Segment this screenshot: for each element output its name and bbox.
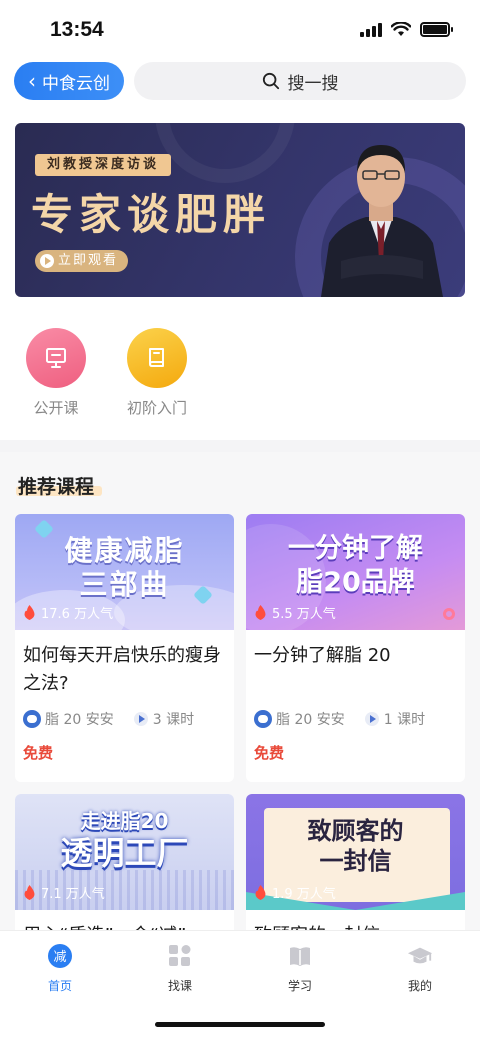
thumbnail-line2: 透明工厂 bbox=[60, 834, 189, 872]
tab-label: 我的 bbox=[407, 979, 432, 993]
thumbnail-line2: 脂20品牌 bbox=[296, 567, 415, 598]
tab-find-course[interactable]: 找课 bbox=[140, 943, 220, 994]
fire-icon bbox=[255, 605, 266, 620]
course-thumbnail: 一分钟了解 脂20品牌 5.5 万人气 bbox=[246, 514, 465, 630]
wifi-icon bbox=[391, 22, 411, 36]
course-title: 如何每天开启快乐的瘦身之法? bbox=[23, 645, 221, 694]
thumbnail-line2: 一封信 bbox=[319, 847, 392, 875]
home-icon: 减 bbox=[47, 943, 73, 969]
fire-icon bbox=[255, 885, 266, 900]
avatar bbox=[23, 710, 41, 728]
lesson-play-icon bbox=[364, 712, 379, 726]
grid-icon bbox=[167, 943, 193, 969]
popularity-count: 5.5 万人气 bbox=[272, 607, 336, 622]
course-meta: 脂 20 安安 1 课时 bbox=[254, 709, 425, 729]
quick-link-label: 初阶入门 bbox=[126, 399, 187, 417]
author-name: 脂 20 安安 bbox=[276, 712, 345, 728]
book-icon bbox=[287, 943, 313, 969]
thumbnail-line1: 一分钟了解 bbox=[288, 533, 423, 564]
thumbnail-line1: 健康减脂 bbox=[64, 534, 185, 567]
home-indicator[interactable] bbox=[155, 1022, 325, 1027]
fire-icon bbox=[24, 885, 35, 900]
watch-now-label: 立即观看 bbox=[58, 253, 119, 268]
recommended-section: 推荐课程 健康减脂 三部曲 17.6 万人气 如何每天开启快乐的瘦身之法? 脂 … bbox=[0, 452, 480, 1039]
status-time: 13:54 bbox=[50, 18, 104, 41]
lesson-play-icon bbox=[133, 712, 148, 726]
back-button-label: 中食云创 bbox=[42, 73, 110, 94]
quick-link-label: 公开课 bbox=[33, 399, 79, 417]
popularity: 1.9 万人气 bbox=[254, 883, 336, 902]
banner-tag: 刘教授深度访谈 bbox=[35, 154, 172, 176]
status-bar: 13:54 bbox=[0, 0, 480, 58]
section-title: 推荐课程 bbox=[18, 476, 95, 498]
search-input[interactable]: 搜一搜 bbox=[134, 62, 466, 100]
tab-label: 找课 bbox=[167, 979, 192, 993]
tab-profile[interactable]: 我的 bbox=[380, 943, 460, 994]
lesson-count: 1 课时 bbox=[383, 712, 426, 728]
tab-home[interactable]: 减 首页 bbox=[20, 943, 100, 994]
thumbnail-line1: 致顾客的 bbox=[307, 817, 404, 845]
popularity-count: 7.1 万人气 bbox=[41, 887, 105, 902]
graduation-cap-icon bbox=[407, 943, 433, 969]
price-label: 免费 bbox=[23, 744, 54, 762]
professor-portrait bbox=[321, 145, 443, 297]
tab-study[interactable]: 学习 bbox=[260, 943, 340, 994]
thumbnail-line2: 三部曲 bbox=[79, 568, 170, 601]
top-section: 刘教授深度访谈 专家谈肥胖 立即观看 公开课 初阶入门 bbox=[0, 106, 480, 440]
thumbnail-line1: 走进脂20 bbox=[80, 809, 169, 833]
watch-now-button[interactable]: 立即观看 bbox=[35, 250, 129, 272]
course-meta: 脂 20 安安 3 课时 bbox=[23, 709, 194, 729]
course-card[interactable]: 健康减脂 三部曲 17.6 万人气 如何每天开启快乐的瘦身之法? 脂 20 安安… bbox=[15, 514, 234, 782]
price-label: 免费 bbox=[254, 744, 285, 762]
course-thumbnail: 致顾客的 一封信 1.9 万人气 bbox=[246, 794, 465, 910]
popularity: 7.1 万人气 bbox=[23, 883, 105, 902]
quick-link-beginner[interactable]: 初阶入门 bbox=[117, 328, 197, 418]
search-icon bbox=[262, 72, 279, 90]
popularity-count: 17.6 万人气 bbox=[41, 607, 114, 622]
top-header: ‹ 中食云创 搜一搜 bbox=[0, 58, 480, 106]
author-name: 脂 20 安安 bbox=[45, 712, 114, 728]
banner-title: 专家谈肥胖 bbox=[31, 190, 272, 239]
avatar bbox=[254, 710, 272, 728]
cellular-signal-icon bbox=[360, 22, 382, 37]
book-icon bbox=[127, 328, 187, 388]
play-icon bbox=[40, 254, 54, 268]
back-button[interactable]: ‹ 中食云创 bbox=[14, 62, 124, 100]
course-thumbnail: 走进脂20 透明工厂 7.1 万人气 bbox=[15, 794, 234, 910]
quick-link-open-class[interactable]: 公开课 bbox=[16, 328, 96, 418]
battery-icon bbox=[420, 22, 453, 37]
presentation-icon bbox=[26, 328, 86, 388]
chevron-left-icon: ‹ bbox=[28, 69, 36, 93]
fire-icon bbox=[24, 605, 35, 620]
course-card[interactable]: 一分钟了解 脂20品牌 5.5 万人气 一分钟了解脂 20 脂 20 安安 1 … bbox=[246, 514, 465, 782]
popularity: 17.6 万人气 bbox=[23, 603, 113, 622]
course-thumbnail: 健康减脂 三部曲 17.6 万人气 bbox=[15, 514, 234, 630]
course-title: 一分钟了解脂 20 bbox=[254, 645, 391, 666]
promo-banner[interactable]: 刘教授深度访谈 专家谈肥胖 立即观看 bbox=[15, 123, 465, 297]
tab-label: 学习 bbox=[287, 979, 312, 993]
search-placeholder: 搜一搜 bbox=[287, 73, 339, 94]
tab-label: 首页 bbox=[47, 979, 72, 993]
popularity-count: 1.9 万人气 bbox=[272, 887, 336, 902]
svg-text:减: 减 bbox=[53, 950, 66, 965]
popularity: 5.5 万人气 bbox=[254, 603, 336, 622]
lesson-count: 3 课时 bbox=[152, 712, 195, 728]
status-icons bbox=[360, 22, 453, 37]
